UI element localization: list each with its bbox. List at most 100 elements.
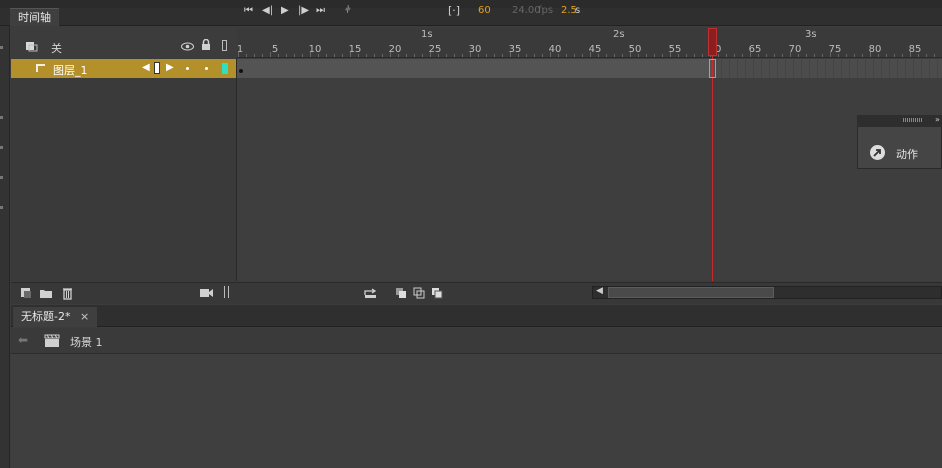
edge-marker [0, 146, 3, 149]
ruler-tick [550, 52, 551, 57]
onion-skin-icon[interactable] [395, 287, 407, 299]
ruler-tick [910, 52, 911, 57]
ruler-tick [622, 54, 623, 57]
ruler-tick [470, 52, 471, 57]
edge-marker [0, 206, 3, 209]
lock-icon[interactable] [201, 39, 211, 51]
scroll-left-icon[interactable]: ◀ [596, 286, 603, 296]
ruler-tick [438, 54, 439, 57]
collapse-icon[interactable]: » [935, 115, 940, 124]
ruler-tick [846, 54, 847, 57]
ruler-tick [558, 54, 559, 57]
frames-area[interactable] [237, 58, 942, 281]
scene-label[interactable]: 场景 1 [70, 334, 103, 350]
layer-stack-icon[interactable] [25, 41, 39, 53]
elapsed-time-unit: s [575, 5, 581, 16]
ruler-tick [502, 54, 503, 57]
new-layer-icon[interactable] [20, 287, 32, 299]
tab-timeline[interactable]: 时间轴 [10, 8, 59, 26]
document-tab[interactable]: 无标题-2* × [13, 307, 98, 327]
ruler-tick [726, 54, 727, 57]
ruler-tick [294, 54, 295, 57]
ruler-tick [646, 54, 647, 57]
keyframe-dot[interactable] [239, 69, 243, 73]
ruler-tick [534, 54, 535, 57]
ruler-tick [598, 54, 599, 57]
play-icon[interactable]: ▶ [281, 4, 289, 18]
ruler-tick [542, 54, 543, 57]
step-back-icon[interactable]: ◀| [262, 4, 273, 18]
stage-area[interactable] [11, 354, 942, 468]
ruler-tick [782, 54, 783, 57]
ruler-tick [446, 54, 447, 57]
onion-skin-outline-icon[interactable] [413, 287, 425, 299]
layer-row[interactable]: 图层_1 ◀ ▶ [11, 59, 236, 78]
ruler-tick [414, 54, 415, 57]
playhead-handle[interactable] [708, 28, 717, 56]
scene-clapper-icon [44, 334, 60, 347]
ruler-tick [326, 54, 327, 57]
new-folder-icon[interactable] [39, 288, 53, 299]
scrollbar-thumb[interactable] [608, 287, 774, 298]
eye-icon[interactable] [181, 42, 194, 51]
edit-multiple-frames-icon[interactable] [431, 287, 443, 299]
frame-ruler[interactable]: 1s 2s 3s 1 5 10 15 20 25 30 35 40 45 50 … [237, 28, 942, 58]
ruler-tick [238, 52, 239, 57]
ruler-tick [422, 54, 423, 57]
ruler-tick [454, 54, 455, 57]
grip-icon[interactable] [903, 118, 923, 122]
edge-marker [0, 116, 3, 119]
current-frame-marker [709, 59, 716, 78]
back-arrow-icon[interactable]: ⬅ [18, 333, 28, 347]
action-icon[interactable] [869, 144, 886, 161]
lock-dot-icon[interactable] [205, 67, 208, 70]
ruler-tick [566, 54, 567, 57]
ruler-tick [678, 54, 679, 57]
document-tab-label[interactable]: 无标题-2* [21, 310, 70, 323]
ruler-tick [822, 54, 823, 57]
top-strip [0, 0, 942, 8]
document-tab-bar [11, 305, 942, 327]
edge-marker [0, 176, 3, 179]
ruler-tick [934, 54, 935, 57]
loop-icon[interactable] [363, 287, 378, 299]
panel-tab-bar [0, 8, 942, 26]
ruler-tick [862, 54, 863, 57]
go-to-last-frame-icon[interactable]: ⏭ [316, 4, 325, 18]
ruler-tick [814, 54, 815, 57]
outline-icon[interactable] [222, 40, 227, 51]
ruler-second-label: 3s [805, 29, 817, 40]
ruler-tick [486, 54, 487, 57]
separator-icon [224, 286, 229, 298]
ruler-tick [734, 54, 735, 57]
ruler-tick [406, 54, 407, 57]
visibility-dot-icon[interactable] [186, 67, 189, 70]
center-frame-icon[interactable]: ⫩ [345, 4, 351, 18]
ruler-tick [766, 54, 767, 57]
action-panel-titlebar[interactable]: » [857, 115, 942, 127]
keyframe-nav-next-icon[interactable]: ▶ [166, 62, 174, 73]
layer-name[interactable]: 图层_1 [53, 62, 88, 78]
keyframe-toggle-icon[interactable] [154, 62, 160, 74]
camera-icon[interactable] [199, 288, 214, 298]
layer-header: 关 [11, 36, 237, 58]
action-panel-label[interactable]: 动作 [896, 146, 918, 162]
ruler-tick [894, 54, 895, 57]
current-frame-value[interactable]: 60 [478, 4, 491, 18]
empty-frames[interactable] [714, 59, 942, 78]
trash-icon[interactable] [62, 287, 73, 300]
keyframe-nav-prev-icon[interactable]: ◀ [142, 62, 150, 73]
modify-markers-icon[interactable]: [·] [448, 4, 460, 18]
left-panel-edge [0, 26, 10, 468]
close-icon[interactable]: × [80, 310, 89, 323]
frame-rate-value[interactable]: 24.00 [512, 4, 541, 18]
ruler-tick [806, 54, 807, 57]
ruler-tick [638, 54, 639, 57]
go-to-first-frame-icon[interactable]: ⏮ [244, 4, 253, 18]
ruler-tick [318, 54, 319, 57]
ruler-tick [310, 52, 311, 57]
layer-color-swatch[interactable] [222, 63, 228, 74]
step-forward-icon[interactable]: |▶ [298, 4, 309, 18]
ruler-tick [582, 54, 583, 57]
ruler-tick [614, 54, 615, 57]
